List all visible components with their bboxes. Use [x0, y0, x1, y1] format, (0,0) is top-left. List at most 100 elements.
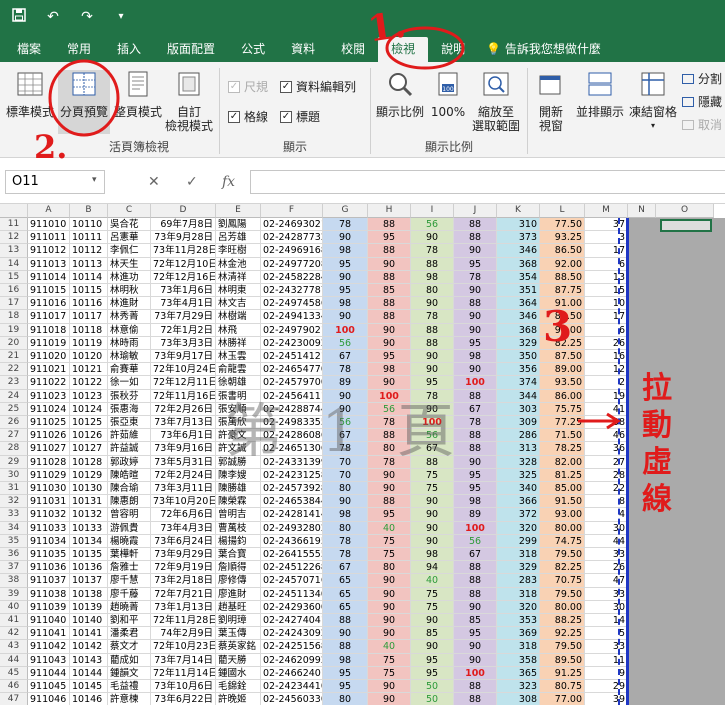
row-header[interactable]: 16 [0, 284, 28, 298]
cell-f[interactable]: 02-24654770 [261, 363, 323, 377]
cell-g[interactable]: 95 [323, 680, 368, 694]
cell-k[interactable]: 328 [497, 455, 540, 469]
cell-l[interactable]: 80.00 [540, 600, 585, 614]
cell-i[interactable]: 85 [411, 627, 454, 641]
cell-e[interactable]: 詹順得 [216, 561, 261, 575]
cell-a[interactable]: 911014 [28, 270, 70, 284]
cell-e[interactable]: 林文吉 [216, 297, 261, 311]
cell-f[interactable]: 02-26415555 [261, 548, 323, 562]
cell-g[interactable]: 98 [323, 508, 368, 522]
cell-d[interactable]: 73年10月6日 [151, 680, 216, 694]
cell-c[interactable]: 游佩貴 [108, 521, 151, 535]
formula-bar-checkbox[interactable]: ✓ 資料編輯列 [280, 78, 356, 95]
cell-h[interactable]: 90 [368, 323, 411, 337]
cell-b[interactable]: 10127 [70, 442, 108, 456]
cell-e[interactable]: 藺天勝 [216, 653, 261, 667]
cell-m[interactable]: 26 [585, 336, 628, 350]
cell-m[interactable]: 3 [585, 231, 628, 245]
cell-h[interactable]: 75 [368, 653, 411, 667]
cell-f[interactable]: 02-24573928 [261, 482, 323, 496]
cell-i[interactable]: 80 [411, 284, 454, 298]
cell-i[interactable]: 90 [411, 534, 454, 548]
cell-h[interactable]: 90 [368, 600, 411, 614]
cell-a[interactable]: 911042 [28, 640, 70, 654]
cell-g[interactable]: 65 [323, 574, 368, 588]
page-break-line[interactable] [626, 218, 629, 705]
cell-g[interactable]: 80 [323, 693, 368, 705]
cell-c[interactable]: 林意偷 [108, 323, 151, 337]
row-header[interactable]: 12 [0, 231, 28, 245]
cell-f[interactable]: 02-24514121 [261, 350, 323, 364]
cell-a[interactable]: 911020 [28, 350, 70, 364]
cell-e[interactable]: 林玉雲 [216, 350, 261, 364]
cell-d[interactable]: 72年9月19日 [151, 561, 216, 575]
cell-d[interactable]: 73年3月3日 [151, 336, 216, 350]
cell-i[interactable]: 40 [411, 574, 454, 588]
row-header[interactable]: 34 [0, 521, 28, 535]
cell-g[interactable]: 80 [323, 521, 368, 535]
cell-g[interactable]: 100 [323, 323, 368, 337]
cell-k[interactable]: 286 [497, 429, 540, 443]
cell-h[interactable]: 75 [368, 534, 411, 548]
cell-l[interactable]: 79.50 [540, 640, 585, 654]
cell-d[interactable]: 73年6月1日 [151, 429, 216, 443]
cell-i[interactable]: 94 [411, 561, 454, 575]
cell-b[interactable]: 10120 [70, 350, 108, 364]
cell-i[interactable]: 98 [411, 270, 454, 284]
row-header[interactable]: 39 [0, 587, 28, 601]
cell-k[interactable]: 340 [497, 482, 540, 496]
cell-k[interactable]: 350 [497, 350, 540, 364]
cell-m[interactable]: 13 [585, 270, 628, 284]
cell-d[interactable]: 73年9月17日 [151, 350, 216, 364]
cell-i[interactable]: 75 [411, 482, 454, 496]
cell-c[interactable]: 林秀菁 [108, 310, 151, 324]
cell-f[interactable]: 02-24231258 [261, 468, 323, 482]
cell-f[interactable]: 02-24560330 [261, 693, 323, 705]
cell-d[interactable]: 72年6月6日 [151, 508, 216, 522]
cell-l[interactable]: 75.75 [540, 402, 585, 416]
column-header-h[interactable]: H [368, 204, 411, 218]
cell-m[interactable]: 29 [585, 680, 628, 694]
cell-a[interactable]: 911010 [28, 218, 70, 232]
cell-c[interactable]: 俞賽華 [108, 363, 151, 377]
row-header[interactable]: 40 [0, 600, 28, 614]
cell-i[interactable]: 88 [411, 257, 454, 271]
cell-i[interactable]: 56 [411, 218, 454, 232]
cell-c[interactable]: 蔡文才 [108, 640, 151, 654]
cell-l[interactable]: 87.50 [540, 350, 585, 364]
cell-h[interactable]: 90 [368, 257, 411, 271]
cell-k[interactable]: 320 [497, 521, 540, 535]
cell-c[interactable]: 陳合瑜 [108, 482, 151, 496]
cell-e[interactable]: 林勝祥 [216, 336, 261, 350]
cell-a[interactable]: 911024 [28, 402, 70, 416]
formula-input[interactable] [250, 170, 725, 194]
cell-j[interactable]: 90 [454, 244, 497, 258]
cell-h[interactable]: 90 [368, 693, 411, 705]
cell-c[interactable]: 張秋芬 [108, 389, 151, 403]
row-header[interactable]: 33 [0, 508, 28, 522]
cell-i[interactable]: 78 [411, 244, 454, 258]
cell-m[interactable]: 33 [585, 548, 628, 562]
cell-i[interactable]: 90 [411, 508, 454, 522]
cell-h[interactable]: 90 [368, 680, 411, 694]
cell-k[interactable]: 313 [497, 442, 540, 456]
cell-a[interactable]: 911025 [28, 416, 70, 430]
cell-a[interactable]: 911044 [28, 666, 70, 680]
cell-d[interactable]: 72年1月2日 [151, 323, 216, 337]
cell-a[interactable]: 911011 [28, 231, 70, 245]
cell-e[interactable]: 劉鳳陽 [216, 218, 261, 232]
cell-c[interactable]: 張亞東 [108, 416, 151, 430]
cell-c[interactable]: 廖千慧 [108, 574, 151, 588]
cell-k[interactable]: 374 [497, 376, 540, 390]
cell-f[interactable]: 02-24693021 [261, 218, 323, 232]
cell-e[interactable]: 楊揚鈞 [216, 534, 261, 548]
cell-g[interactable]: 90 [323, 310, 368, 324]
row-header[interactable]: 47 [0, 693, 28, 705]
cell-c[interactable]: 楊曉霞 [108, 534, 151, 548]
cell-h[interactable]: 88 [368, 495, 411, 509]
cell-l[interactable]: 93.00 [540, 508, 585, 522]
cell-m[interactable]: 33 [585, 640, 628, 654]
cell-i[interactable]: 88 [411, 323, 454, 337]
cell-f[interactable]: 02-24662401 [261, 666, 323, 680]
cell-i[interactable]: 90 [411, 350, 454, 364]
